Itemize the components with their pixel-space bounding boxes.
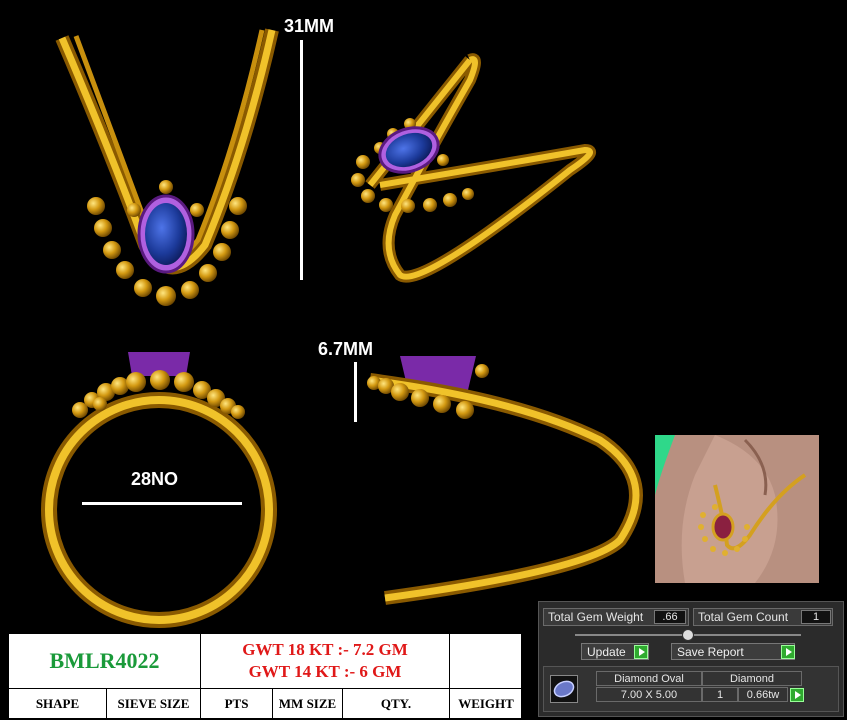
design-code-cell: BMLR4022 xyxy=(9,634,201,689)
header-qty: QTY. xyxy=(343,689,450,719)
update-play-icon[interactable] xyxy=(634,645,648,659)
header-shape: SHAPE xyxy=(9,689,107,719)
depth-dimension-line xyxy=(354,362,357,422)
gem-type: Diamond xyxy=(702,671,802,686)
save-report-play-icon[interactable] xyxy=(781,645,795,659)
gross-weight-cell: GWT 18 KT :- 7.2 GM GWT 14 KT :- 6 GM xyxy=(201,634,450,689)
gem-weight: 0.66tw xyxy=(738,687,788,702)
height-dimension-line xyxy=(300,40,303,280)
size-dimension-label: 28NO xyxy=(131,469,179,489)
profile-view xyxy=(367,356,643,605)
gem-row-play-icon[interactable] xyxy=(790,688,804,702)
design-code: BMLR4022 xyxy=(49,648,160,673)
front-view xyxy=(55,28,279,306)
gross-weight-14kt: GWT 14 KT :- 6 GM xyxy=(248,662,402,681)
update-button-label: Update xyxy=(587,644,626,659)
gem-slider-handle[interactable] xyxy=(682,629,694,641)
blank-header-cell xyxy=(450,634,522,689)
save-report-button-label: Save Report xyxy=(677,644,744,659)
header-pts: PTS xyxy=(201,689,273,719)
spec-sheet-table: BMLR4022 GWT 18 KT :- 7.2 GM GWT 14 KT :… xyxy=(8,633,522,720)
gem-thumbnail xyxy=(550,675,578,703)
total-gem-count-value: 1 xyxy=(801,610,831,624)
gem-row[interactable]: Diamond Oval Diamond 7.00 X 5.00 1 0.66t… xyxy=(543,666,839,712)
size-dimension-line xyxy=(82,502,242,505)
height-dimension-label: 31MM xyxy=(284,16,335,36)
gem-report-panel: Total Gem Weight .66 Total Gem Count 1 U… xyxy=(538,601,844,717)
gem-qty: 1 xyxy=(702,687,738,702)
angled-view xyxy=(351,53,596,283)
gross-weight-18kt: GWT 18 KT :- 7.2 GM xyxy=(242,640,408,659)
header-weight: WEIGHT xyxy=(450,689,522,719)
depth-dimension-label: 6.7MM xyxy=(318,339,374,359)
save-report-button[interactable]: Save Report xyxy=(671,643,795,660)
worn-ring-photo xyxy=(655,435,819,583)
header-sieve-size: SIEVE SIZE xyxy=(107,689,201,719)
total-gem-weight-value: .66 xyxy=(654,610,686,624)
gem-name: Diamond Oval xyxy=(596,671,702,686)
header-mm-size: MM SIZE xyxy=(273,689,343,719)
gem-size: 7.00 X 5.00 xyxy=(596,687,702,702)
